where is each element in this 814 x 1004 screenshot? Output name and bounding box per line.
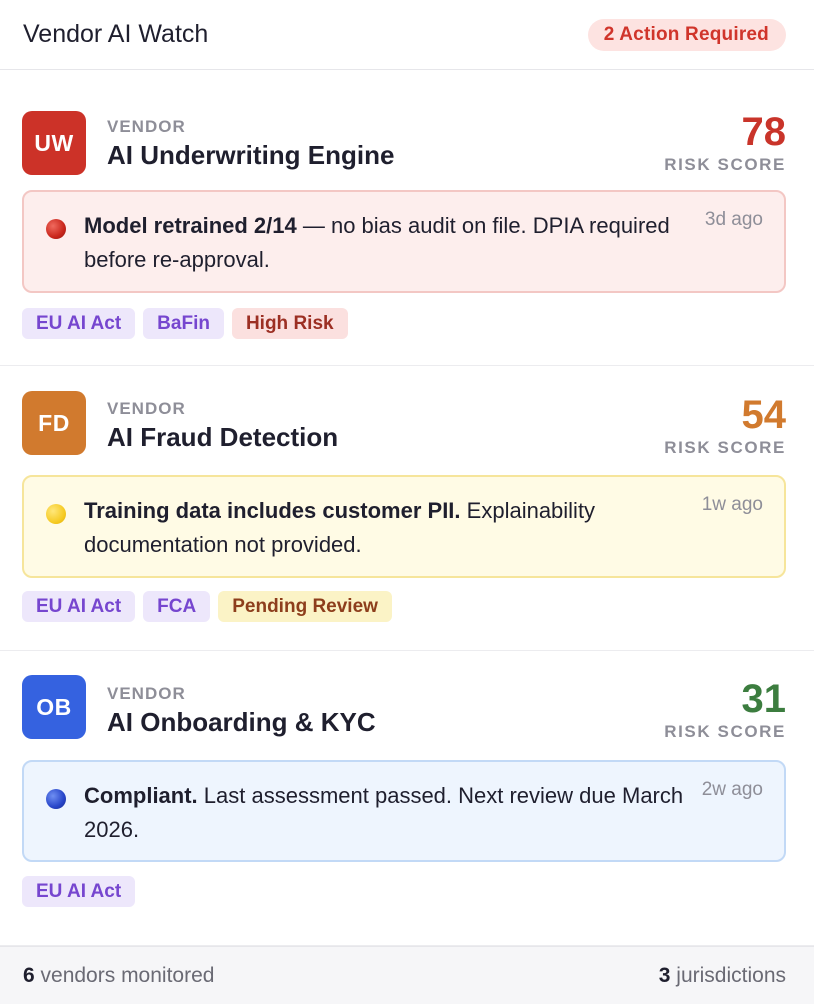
risk-score-value: 31 bbox=[741, 677, 787, 721]
vendor-alert[interactable]: Compliant. Last assessment passed. Next … bbox=[22, 760, 786, 862]
yellow-circle-icon bbox=[46, 504, 66, 524]
vendor-card[interactable]: OB VENDOR AI Onboarding & KYC 31 RISK SC… bbox=[0, 651, 814, 946]
vendor-card[interactable]: UW VENDOR AI Underwriting Engine 78 RISK… bbox=[0, 70, 814, 366]
footer: 6 vendors monitored 3 jurisdictions bbox=[0, 946, 814, 1004]
risk-score-label: RISK SCORE bbox=[664, 438, 786, 457]
risk-score: 31 RISK SCORE bbox=[664, 677, 786, 743]
vendor-kicker: VENDOR bbox=[107, 117, 186, 136]
tag-list: EU AI Act BaFin High Risk bbox=[22, 308, 348, 339]
risk-score: 54 RISK SCORE bbox=[664, 393, 786, 459]
risk-score: 78 RISK SCORE bbox=[664, 110, 786, 176]
vendor-avatar: OB bbox=[22, 675, 86, 739]
alert-timestamp: 1w ago bbox=[701, 494, 763, 515]
risk-score-label: RISK SCORE bbox=[664, 722, 786, 741]
blue-circle-icon bbox=[46, 789, 66, 809]
vendor-alert[interactable]: Model retrained 2/14 — no bias audit on … bbox=[22, 190, 786, 293]
tag-pending-review[interactable]: Pending Review bbox=[218, 591, 392, 622]
risk-score-label: RISK SCORE bbox=[664, 155, 786, 174]
vendor-card[interactable]: FD VENDOR AI Fraud Detection 54 RISK SCO… bbox=[0, 366, 814, 651]
vendor-name[interactable]: AI Underwriting Engine bbox=[107, 138, 394, 172]
vendor-meta: VENDOR AI Onboarding & KYC bbox=[107, 684, 376, 739]
tag-eu-ai-act[interactable]: EU AI Act bbox=[22, 591, 136, 622]
page-title: Vendor AI Watch bbox=[23, 20, 209, 48]
vendor-name[interactable]: AI Fraud Detection bbox=[107, 420, 338, 454]
vendor-meta: VENDOR AI Underwriting Engine bbox=[107, 117, 394, 172]
tag-bafin[interactable]: BaFin bbox=[143, 308, 224, 339]
tag-eu-ai-act[interactable]: EU AI Act bbox=[22, 308, 136, 339]
tag-list: EU AI Act FCA Pending Review bbox=[22, 591, 392, 622]
tag-list: EU AI Act bbox=[22, 876, 136, 907]
red-circle-icon bbox=[46, 219, 66, 239]
risk-score-value: 54 bbox=[741, 393, 787, 437]
vendor-kicker: VENDOR bbox=[107, 399, 186, 418]
header: Vendor AI Watch 2 Action Required bbox=[0, 0, 814, 70]
tag-high-risk[interactable]: High Risk bbox=[231, 308, 348, 339]
vendor-avatar: FD bbox=[22, 391, 86, 455]
alert-timestamp: 3d ago bbox=[704, 209, 763, 230]
vendor-meta: VENDOR AI Fraud Detection bbox=[107, 399, 338, 454]
vendor-avatar: UW bbox=[22, 111, 86, 175]
alert-text: Training data includes customer PII. Exp… bbox=[84, 498, 596, 557]
vendor-alert[interactable]: Training data includes customer PII. Exp… bbox=[22, 475, 786, 578]
tag-eu-ai-act[interactable]: EU AI Act bbox=[22, 876, 136, 907]
vendor-name[interactable]: AI Onboarding & KYC bbox=[107, 705, 376, 739]
vendors-monitored: 6 vendors monitored bbox=[23, 963, 215, 987]
alert-text: Model retrained 2/14 — no bias audit on … bbox=[84, 213, 670, 272]
alert-timestamp: 2w ago bbox=[701, 779, 763, 800]
action-required-badge[interactable]: 2 Action Required bbox=[587, 18, 786, 51]
jurisdictions-count: 3 jurisdictions bbox=[658, 963, 786, 987]
alert-text: Compliant. Last assessment passed. Next … bbox=[84, 783, 684, 842]
vendor-kicker: VENDOR bbox=[107, 684, 186, 703]
tag-fca[interactable]: FCA bbox=[143, 591, 211, 622]
risk-score-value: 78 bbox=[741, 110, 787, 154]
